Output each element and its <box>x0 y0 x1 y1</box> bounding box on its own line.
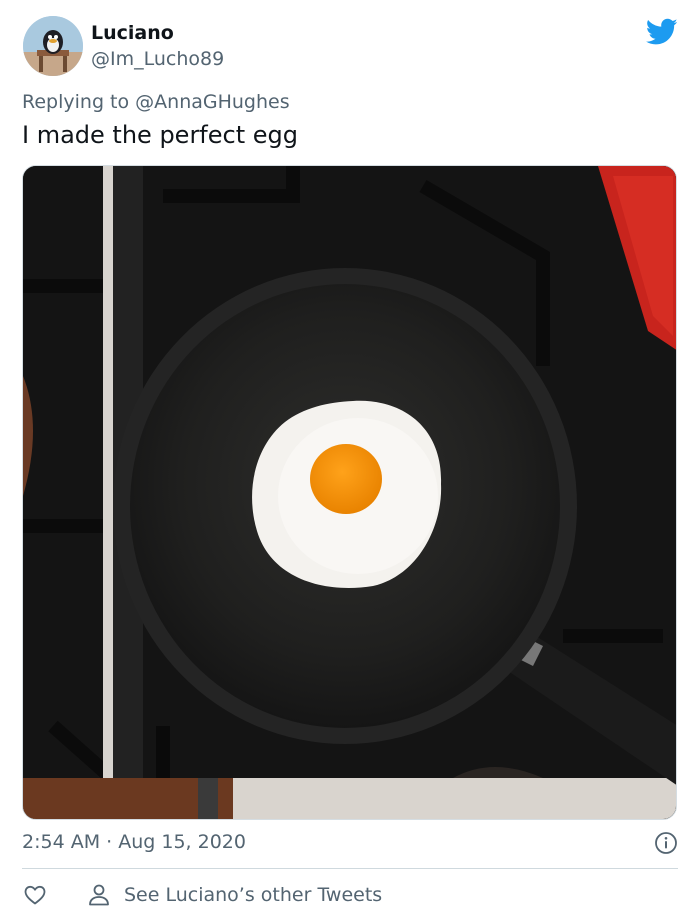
author-name[interactable]: Luciano <box>91 22 174 44</box>
divider <box>22 868 678 869</box>
see-other-tweets-link[interactable]: See Luciano’s other Tweets <box>124 884 382 906</box>
info-icon[interactable] <box>654 831 678 855</box>
heart-icon[interactable] <box>23 883 47 907</box>
avatar[interactable] <box>23 16 83 76</box>
twitter-bird-icon[interactable] <box>646 18 678 46</box>
replying-to: Replying to @AnnaGHughes <box>22 91 290 113</box>
tweet-text: I made the perfect egg <box>22 121 298 149</box>
tweet-photo[interactable] <box>22 165 677 820</box>
author-handle[interactable]: @Im_Lucho89 <box>91 48 224 70</box>
mention-link[interactable]: @AnnaGHughes <box>135 91 289 113</box>
replying-to-prefix: Replying to <box>22 91 136 113</box>
tweet-timestamp[interactable]: 2:54 AM · Aug 15, 2020 <box>22 831 246 853</box>
tweet-card: Luciano @Im_Lucho89 Replying to @AnnaGHu… <box>0 0 700 923</box>
person-icon[interactable] <box>88 883 110 907</box>
